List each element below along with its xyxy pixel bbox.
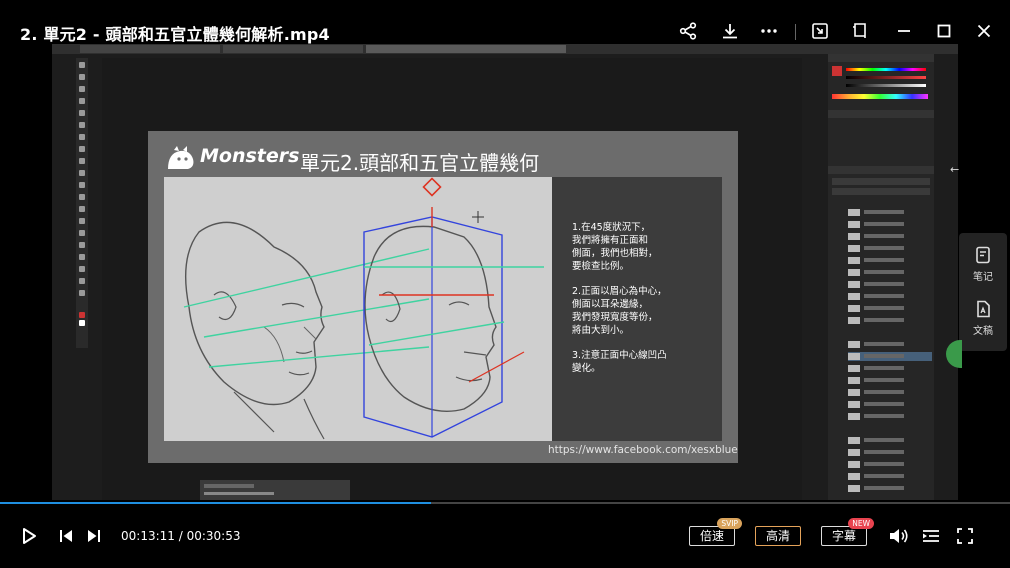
transcript-button[interactable]: 文稿 [959, 299, 1007, 337]
volume-icon [890, 529, 908, 543]
note-2: 2.正面以眉心為中心， 側面以耳朵邊緣， 我們發現寬度等份， 將由大到小。 [572, 286, 667, 336]
playlist-button[interactable] [920, 526, 942, 546]
ps-toolbar [76, 58, 88, 348]
close-icon[interactable] [971, 18, 997, 44]
ps-document-tabs [80, 44, 566, 54]
play-icon [23, 528, 36, 544]
notes-button[interactable]: 笔记 [959, 245, 1007, 283]
maximize-icon[interactable] [931, 18, 957, 44]
volume-button[interactable] [887, 526, 911, 546]
toolbar-divider [795, 24, 796, 40]
side-tools-panel: 笔记 文稿 [959, 233, 1007, 351]
head-sketch-illustration [183, 177, 544, 440]
share-icon[interactable] [675, 18, 701, 44]
video-title: 2. 單元2 - 頭部和五官立體幾何解析.mp4 [20, 25, 330, 44]
notes-label: 笔记 [973, 272, 993, 283]
play-button[interactable] [18, 526, 40, 546]
monster-logo-icon [168, 146, 194, 169]
head-drawing [164, 177, 552, 441]
subtitle-label: 字幕 [831, 529, 856, 543]
subtitle-button[interactable]: 字幕 NEW [821, 518, 874, 546]
next-icon [88, 530, 100, 542]
slide-heading: 單元2.頭部和五官立體幾何 [300, 151, 540, 175]
fullscreen-icon [957, 528, 973, 544]
quality-label: 高清 [765, 529, 790, 543]
speed-label: 倍速 [699, 529, 724, 543]
note-1: 1.在45度狀況下， 我們將擁有正面和 側面，我們也相對， 要檢查比例。 [572, 222, 658, 272]
note-3: 3.注意正面中心線凹凸 變化。 [572, 350, 667, 374]
quality-button[interactable]: 高清 [755, 526, 801, 546]
playlist-icon [923, 530, 939, 542]
new-badge: NEW [848, 518, 874, 529]
download-icon[interactable] [717, 18, 743, 44]
slide-logo-text: Monsters [200, 145, 300, 167]
pin-on-top-icon[interactable] [847, 18, 873, 44]
next-button[interactable] [84, 527, 104, 545]
fullscreen-button[interactable] [954, 526, 976, 546]
time-separator: / [174, 529, 187, 543]
progress-fill [0, 502, 432, 504]
slide-url: https://www.facebook.com/xesxblue [548, 444, 738, 456]
slide-notes-panel: 1.在45度狀況下， 我們將擁有正面和 側面，我們也相對， 要檢查比例。 2.正… [552, 177, 722, 441]
picture-in-picture-icon[interactable] [807, 18, 833, 44]
ps-layers-panel [828, 54, 934, 500]
time-display: 00:13:11 / 00:30:53 [121, 529, 240, 543]
total-time: 00:30:53 [186, 529, 241, 543]
previous-icon [60, 530, 72, 542]
minimize-icon[interactable] [891, 18, 917, 44]
ps-brush-panel [200, 480, 350, 500]
speed-button[interactable]: 倍速 SVIP [689, 518, 742, 546]
transcript-label: 文稿 [973, 326, 993, 337]
more-icon[interactable] [756, 18, 782, 44]
lesson-slide: Monsters 單元2.頭部和五官立體幾何 1.在45度狀況下， 我們將擁有正… [148, 131, 738, 463]
video-frame[interactable]: Monsters 單元2.頭部和五官立體幾何 1.在45度狀況下， 我們將擁有正… [52, 44, 958, 500]
notes-icon [976, 246, 990, 264]
collapse-arrow-icon[interactable]: ← [950, 163, 959, 176]
transcript-icon [977, 300, 990, 318]
current-time: 00:13:11 [121, 529, 175, 543]
svip-badge: SVIP [717, 518, 742, 529]
previous-button[interactable] [56, 527, 76, 545]
